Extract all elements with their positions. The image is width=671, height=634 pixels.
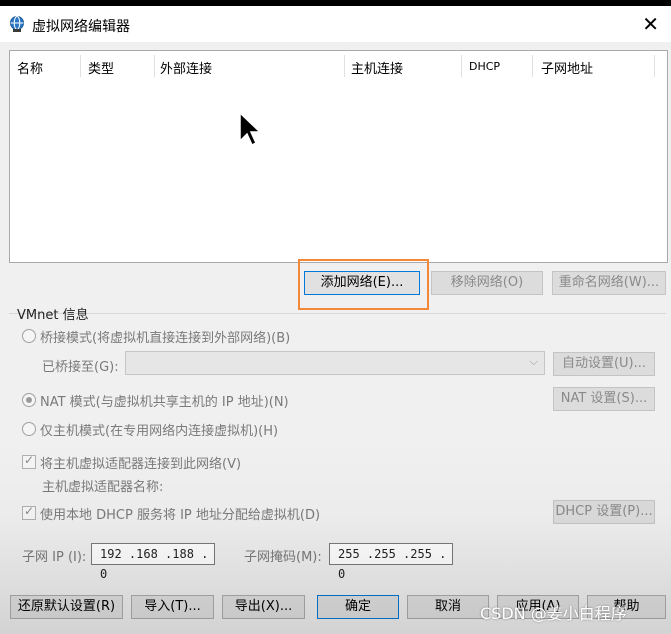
column-separator[interactable] — [80, 55, 81, 77]
column-separator[interactable] — [654, 55, 655, 77]
import-button[interactable]: 导入(T)... — [131, 595, 214, 619]
column-header-name[interactable]: 名称 — [17, 58, 43, 77]
nat-mode-radio[interactable] — [22, 393, 36, 407]
restore-defaults-button[interactable]: 还原默认设置(R) — [10, 595, 123, 619]
use-dhcp-label: 使用本地 DHCP 服务将 IP 地址分配给虚拟机(D) — [40, 508, 321, 523]
close-icon[interactable]: ✕ — [642, 12, 659, 36]
subnet-ip-label: 子网 IP (I): — [22, 550, 87, 565]
auto-settings-button[interactable]: 自动设置(U)... — [553, 352, 655, 376]
subnet-mask-input[interactable]: 255 .255 .255 . 0 — [329, 543, 453, 581]
remove-network-button[interactable]: 移除网络(O) — [431, 271, 543, 295]
group-divider — [9, 313, 666, 314]
check-icon: ✓ — [24, 504, 35, 518]
column-header-type[interactable]: 类型 — [88, 58, 114, 77]
subnet-ip-input[interactable]: 192 .168 .188 . 0 — [91, 543, 215, 581]
host-only-mode-radio[interactable] — [22, 422, 36, 436]
title-bar: 虚拟网络编辑器 ✕ — [0, 6, 671, 42]
list-header: 名称 类型 外部连接 主机连接 DHCP 子网地址 — [10, 51, 667, 81]
mouse-cursor-icon — [239, 111, 262, 147]
network-list[interactable]: 名称 类型 外部连接 主机连接 DHCP 子网地址 — [9, 50, 668, 263]
column-header-subnet[interactable]: 子网地址 — [541, 58, 593, 77]
column-separator[interactable] — [532, 55, 533, 77]
watermark-text: CSDN @姜小白程序 — [480, 604, 627, 623]
nat-settings-button[interactable]: NAT 设置(S)... — [553, 387, 655, 411]
chevron-down-icon: ⌵ — [529, 355, 538, 368]
column-separator[interactable] — [154, 55, 155, 77]
column-separator[interactable] — [344, 55, 345, 77]
bridged-to-select[interactable]: ⌵ — [125, 351, 545, 375]
rename-network-button[interactable]: 重命名网络(W)... — [552, 271, 666, 295]
bridged-to-label: 已桥接至(G): — [42, 360, 119, 375]
ok-button[interactable]: 确定 — [317, 595, 399, 619]
cancel-button[interactable]: 取消 — [407, 595, 489, 619]
column-header-dhcp[interactable]: DHCP — [469, 60, 500, 73]
vmnet-info-title: VMnet 信息 — [17, 308, 89, 323]
column-header-host[interactable]: 主机连接 — [351, 58, 403, 77]
column-header-external[interactable]: 外部连接 — [160, 58, 212, 77]
add-network-highlight — [298, 259, 429, 310]
network-globe-icon — [10, 16, 24, 32]
bridged-mode-label: 桥接模式(将虚拟机直接连接到外部网络)(B) — [40, 331, 291, 346]
window-title: 虚拟网络编辑器 — [32, 19, 130, 35]
adapter-name-label: 主机虚拟适配器名称: — [42, 480, 164, 495]
bridged-mode-radio[interactable] — [22, 329, 36, 343]
check-icon: ✓ — [24, 453, 35, 467]
connect-adapter-label: 将主机虚拟适配器连接到此网络(V) — [40, 457, 242, 472]
use-dhcp-checkbox[interactable]: ✓ — [22, 504, 36, 520]
subnet-mask-label: 子网掩码(M): — [244, 550, 322, 565]
column-separator[interactable] — [461, 55, 462, 77]
connect-adapter-checkbox[interactable]: ✓ — [22, 453, 36, 469]
dhcp-settings-button[interactable]: DHCP 设置(P)... — [553, 500, 655, 524]
nat-mode-label: NAT 模式(与虚拟机共享主机的 IP 地址)(N) — [40, 395, 289, 410]
host-only-mode-label: 仅主机模式(在专用网络内连接虚拟机)(H) — [40, 424, 279, 439]
export-button[interactable]: 导出(X)... — [222, 595, 305, 619]
